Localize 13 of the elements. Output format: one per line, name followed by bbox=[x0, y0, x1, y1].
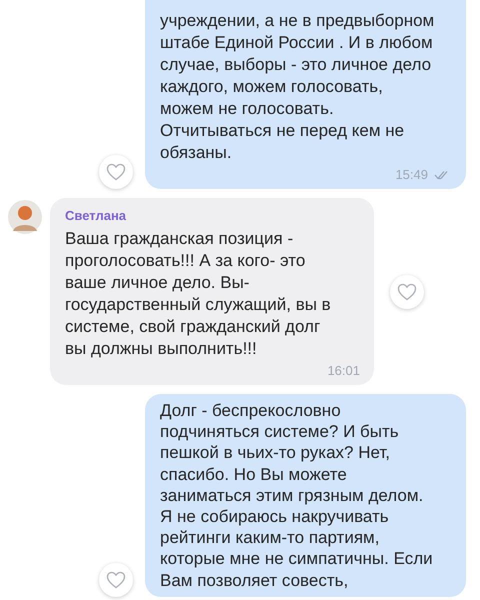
message-text: Ваша гражданская позиция - проголосовать!!! А за кого- это ваше личное дело. Вы- государственный служащий, вы в системе, свой гражданский долг вы должны выполнить!!! bbox=[65, 228, 332, 360]
like-button[interactable] bbox=[99, 155, 133, 189]
sender-name: Светлана bbox=[65, 207, 128, 224]
message-time: 16:01 bbox=[327, 363, 360, 379]
avatar[interactable] bbox=[8, 200, 42, 234]
heart-icon bbox=[397, 282, 417, 300]
message-text: Долг - беспрекословно подчиняться системе? И быть пешкой в чьих-то руках? Нет, спасибо. Но Вы можете заниматься этим грязным делом. Я не собираюсь накручивать рейтинги каким-то партиям, которые мне не симпатичны. Если Вам позволяет совесть, bbox=[160, 400, 434, 591]
heart-icon bbox=[106, 163, 126, 181]
message-time: 15:49 bbox=[395, 167, 428, 183]
like-button[interactable] bbox=[390, 274, 424, 308]
heart-icon bbox=[106, 570, 126, 589]
like-button[interactable] bbox=[99, 562, 133, 597]
message-text: учреждении, а не в предвыборном штабе Единой России . И в любом случае, выборы - это личное дело каждого, можем голосовать, можем не голосовать. Отчитываться не перед кем не обязаны. bbox=[160, 10, 436, 164]
